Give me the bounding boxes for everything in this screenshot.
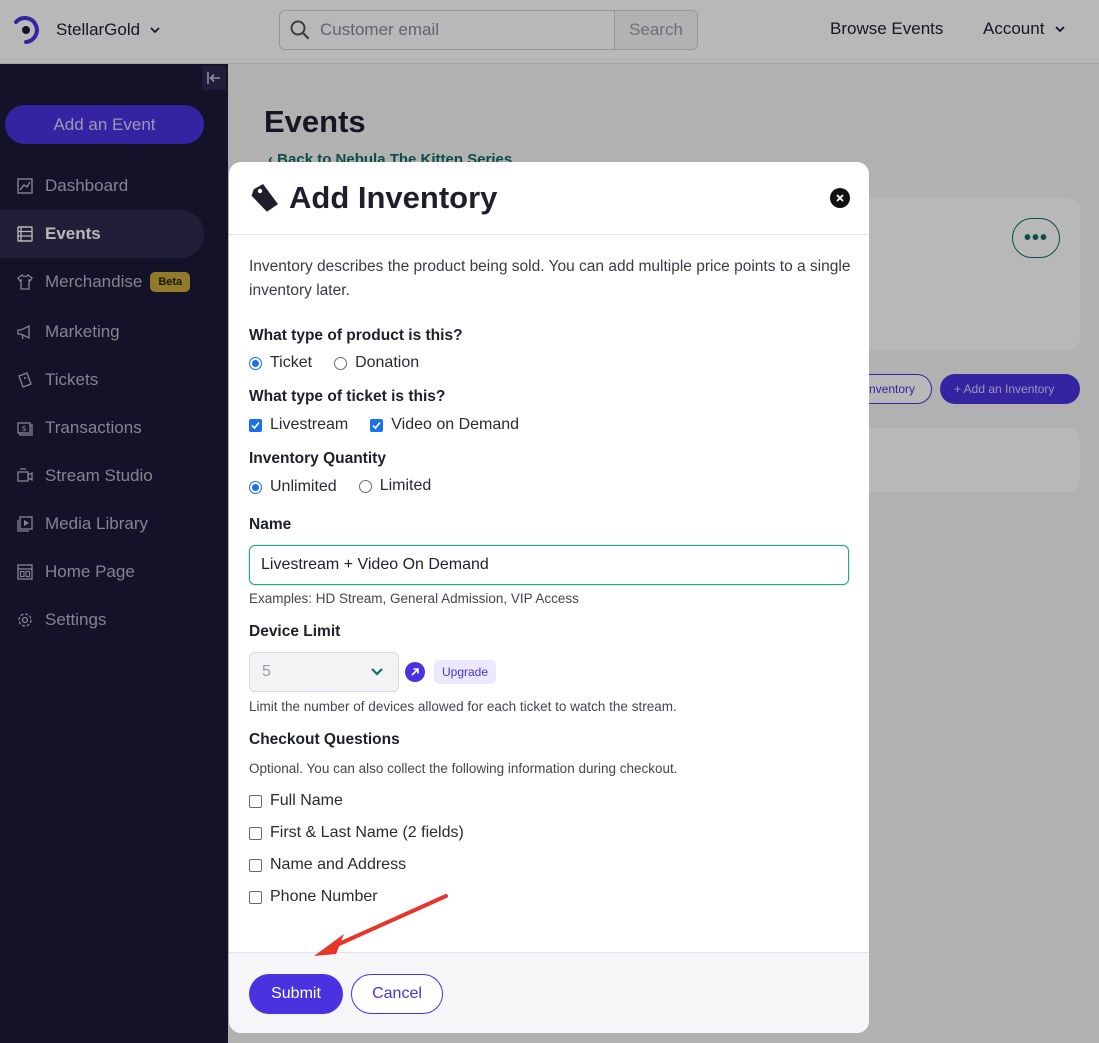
checkout-name-address[interactable]: Name and Address xyxy=(249,849,849,881)
ticket-type-label: What type of ticket is this? xyxy=(249,388,446,405)
ticket-type-livestream[interactable]: Livestream xyxy=(249,416,348,434)
checkbox-checked[interactable] xyxy=(370,418,384,432)
modal-footer: Submit Cancel xyxy=(229,952,869,1033)
quantity-limited[interactable]: Limited xyxy=(358,477,432,495)
checkout-full-name[interactable]: Full Name xyxy=(249,785,849,817)
option-label: Livestream xyxy=(270,416,349,433)
intro-text: Inventory describes the product being so… xyxy=(249,258,851,299)
checkbox-unchecked[interactable] xyxy=(249,794,262,808)
inventory-name-input[interactable] xyxy=(249,545,849,585)
submit-button[interactable]: Submit xyxy=(249,974,343,1014)
product-type-options: Ticket Donation xyxy=(249,354,849,372)
checkout-questions-label: Checkout Questions xyxy=(249,731,400,748)
checkout-hint: Optional. You can also collect the follo… xyxy=(249,761,678,776)
option-label: Donation xyxy=(355,354,420,371)
device-limit-hint: Limit the number of devices allowed for … xyxy=(249,699,677,714)
option-label: Limited xyxy=(379,477,432,494)
radio-selected[interactable] xyxy=(249,480,262,494)
ticket-type-video-on-demand[interactable]: Video on Demand xyxy=(370,416,519,434)
upgrade-badge[interactable]: Upgrade xyxy=(434,660,497,684)
radio-unselected[interactable] xyxy=(334,356,348,370)
device-limit-label: Device Limit xyxy=(249,623,341,640)
checkbox-unchecked[interactable] xyxy=(249,858,262,872)
quantity-unlimited[interactable]: Unlimited xyxy=(249,478,337,496)
quantity-options: Unlimited Limited xyxy=(249,477,849,496)
product-type-label: What type of product is this? xyxy=(249,327,463,344)
ticket-type-options: Livestream Video on Demand xyxy=(249,416,849,434)
quantity-label: Inventory Quantity xyxy=(249,450,386,467)
option-label: Ticket xyxy=(270,354,313,371)
name-hint: Examples: HD Stream, General Admission, … xyxy=(249,591,579,606)
checkbox-unchecked[interactable] xyxy=(249,890,262,904)
option-label: Name and Address xyxy=(270,856,407,873)
name-label: Name xyxy=(249,516,292,533)
chevron-down-icon xyxy=(371,668,383,676)
product-type-donation[interactable]: Donation xyxy=(334,354,419,372)
radio-unselected[interactable] xyxy=(358,479,372,493)
upgrade-arrow-icon[interactable] xyxy=(405,662,425,682)
modal-body: Inventory describes the product being so… xyxy=(229,235,869,913)
close-icon xyxy=(836,194,844,202)
checkout-first-last-name[interactable]: First & Last Name (2 fields) xyxy=(249,817,849,849)
option-label: First & Last Name (2 fields) xyxy=(270,824,464,841)
radio-selected[interactable] xyxy=(249,356,262,370)
option-label: Full Name xyxy=(270,792,343,809)
product-type-ticket[interactable]: Ticket xyxy=(249,354,312,372)
device-limit-row: 5 Upgrade xyxy=(249,652,849,692)
price-tag-icon xyxy=(251,183,278,212)
option-label: Video on Demand xyxy=(391,416,520,433)
close-modal-button[interactable] xyxy=(830,188,850,208)
device-limit-select[interactable]: 5 xyxy=(249,652,399,692)
checkbox-checked[interactable] xyxy=(249,418,262,432)
option-label: Unlimited xyxy=(270,478,337,495)
annotation-arrow-icon xyxy=(314,894,448,956)
checkbox-unchecked[interactable] xyxy=(249,826,262,840)
modal-header: Add Inventory xyxy=(229,162,869,235)
cancel-button[interactable]: Cancel xyxy=(351,974,443,1014)
device-limit-value: 5 xyxy=(262,663,271,680)
modal-title: Add Inventory xyxy=(289,180,498,215)
